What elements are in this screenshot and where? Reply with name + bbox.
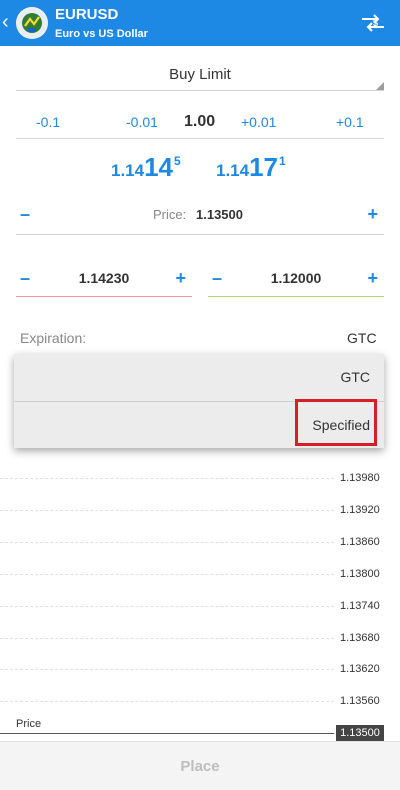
symbol-title: EURUSD bbox=[55, 6, 119, 23]
price-tick: 1.13620 bbox=[340, 663, 380, 675]
stop-loss-plus-button[interactable]: + bbox=[175, 268, 186, 289]
price-input[interactable]: 1.13500 bbox=[196, 207, 243, 222]
grid-line bbox=[0, 669, 334, 670]
ask-price: 1.14171 bbox=[216, 152, 286, 182]
price-label: Price: bbox=[153, 207, 187, 222]
price-plus-button[interactable]: + bbox=[367, 204, 378, 225]
expiration-option-gtc[interactable]: GTC bbox=[14, 354, 384, 400]
app-logo[interactable] bbox=[16, 7, 48, 39]
bid-price: 1.14145 bbox=[111, 152, 181, 182]
svg-text:$: $ bbox=[373, 18, 378, 28]
symbol-description: Euro vs US Dollar bbox=[55, 28, 148, 40]
price-minus-button[interactable]: – bbox=[20, 204, 30, 225]
take-profit-plus-button[interactable]: + bbox=[367, 268, 378, 289]
grid-line bbox=[0, 510, 334, 511]
grid-line bbox=[0, 542, 334, 543]
volume-row: -0.1 -0.01 1.00 +0.01 +0.1 bbox=[16, 108, 384, 139]
price-level-line[interactable] bbox=[0, 733, 334, 734]
price-tick: 1.13680 bbox=[340, 632, 380, 644]
dropdown-arrow-icon bbox=[376, 82, 384, 90]
grid-line bbox=[0, 478, 334, 479]
grid-line bbox=[0, 574, 334, 575]
grid-line bbox=[0, 701, 334, 702]
price-line-caption: Price bbox=[16, 718, 42, 730]
symbol-switch-icon[interactable]: $ bbox=[358, 10, 388, 36]
highlight-box bbox=[295, 399, 377, 446]
take-profit-field: – 1.12000 + bbox=[208, 262, 384, 297]
price-level-tag: 1.13500 bbox=[336, 725, 384, 741]
stop-loss-field: – 1.14230 + bbox=[16, 262, 192, 297]
place-label: Place bbox=[180, 758, 220, 775]
price-tick: 1.13980 bbox=[340, 472, 380, 484]
price-tick: 1.13740 bbox=[340, 600, 380, 612]
price-tick: 1.13800 bbox=[340, 568, 380, 580]
price-field: – Price: 1.13500 + bbox=[16, 200, 384, 235]
expiration-label: Expiration: bbox=[20, 330, 87, 346]
take-profit-input[interactable]: 1.12000 bbox=[208, 270, 384, 286]
volume-minus-0-01-button[interactable]: -0.01 bbox=[126, 114, 158, 130]
place-button[interactable]: Place bbox=[0, 741, 400, 790]
price-tick: 1.13860 bbox=[340, 536, 380, 548]
price-tick: 1.13920 bbox=[340, 504, 380, 516]
volume-value[interactable]: 1.00 bbox=[184, 113, 215, 131]
app-header: ‹ EURUSD Euro vs US Dollar $ bbox=[0, 0, 400, 46]
volume-plus-0-1-button[interactable]: +0.1 bbox=[336, 114, 364, 130]
order-type-value: Buy Limit bbox=[169, 66, 231, 83]
stop-loss-input[interactable]: 1.14230 bbox=[16, 270, 192, 286]
volume-minus-0-1-button[interactable]: -0.1 bbox=[36, 114, 60, 130]
grid-line bbox=[0, 638, 334, 639]
back-chevron-icon[interactable]: ‹ bbox=[2, 10, 9, 34]
grid-line bbox=[0, 606, 334, 607]
order-type-select[interactable]: Buy Limit bbox=[16, 58, 384, 91]
expiration-select[interactable]: GTC bbox=[347, 330, 377, 346]
price-tick: 1.13560 bbox=[340, 695, 380, 707]
volume-plus-0-01-button[interactable]: +0.01 bbox=[241, 114, 276, 130]
